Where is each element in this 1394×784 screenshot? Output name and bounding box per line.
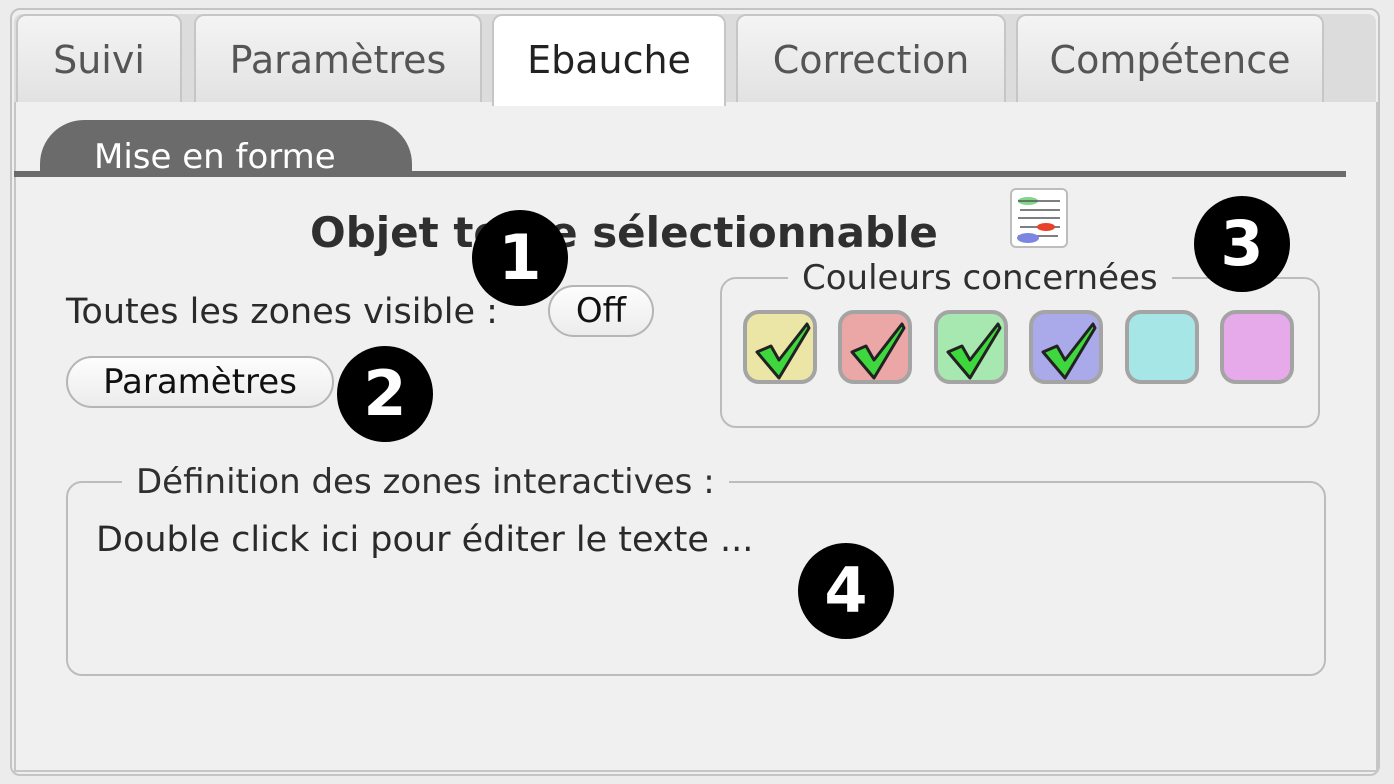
color-swatch-pink[interactable] [1220,310,1294,384]
colors-legend: Couleurs concernées [802,258,1158,298]
color-swatch-green[interactable] [934,310,1008,384]
tab-competence[interactable]: Compétence [1016,14,1324,102]
color-swatch-red[interactable] [838,310,912,384]
zones-text-editor[interactable]: Double click ici pour éditer le texte ..… [96,520,753,560]
color-swatch-cyan[interactable] [1125,310,1199,384]
checkmark-icon [946,322,1002,380]
badge-3: 3 [1194,196,1290,292]
color-swatch-blue[interactable] [1029,310,1103,384]
all-zones-visible-label: Toutes les zones visible : [66,292,498,332]
subtab-divider [14,171,1346,177]
badge-1: 1 [472,210,568,306]
object-title: Objet texte sélectionnable [310,208,938,257]
parametres-button[interactable]: Paramètres [66,356,334,408]
badge-2: 2 [337,346,433,442]
text-document-icon[interactable] [1010,188,1068,248]
checkmark-icon [1041,322,1097,380]
interactive-zones-legend: Définition des zones interactives : [136,462,715,502]
subtab-mise-en-forme[interactable]: Mise en forme [40,120,412,177]
color-swatch-yellow[interactable] [743,310,817,384]
tab-ebauche[interactable]: Ebauche [492,14,726,106]
visibility-toggle-button[interactable]: Off [548,285,654,337]
tab-suivi[interactable]: Suivi [16,14,182,102]
checkmark-icon [850,322,906,380]
tab-correction[interactable]: Correction [736,14,1006,102]
tab-parametres[interactable]: Paramètres [194,14,482,102]
badge-4: 4 [798,543,894,639]
checkmark-icon [755,322,811,380]
interactive-zones-group: Définition des zones interactives : [66,462,1326,676]
